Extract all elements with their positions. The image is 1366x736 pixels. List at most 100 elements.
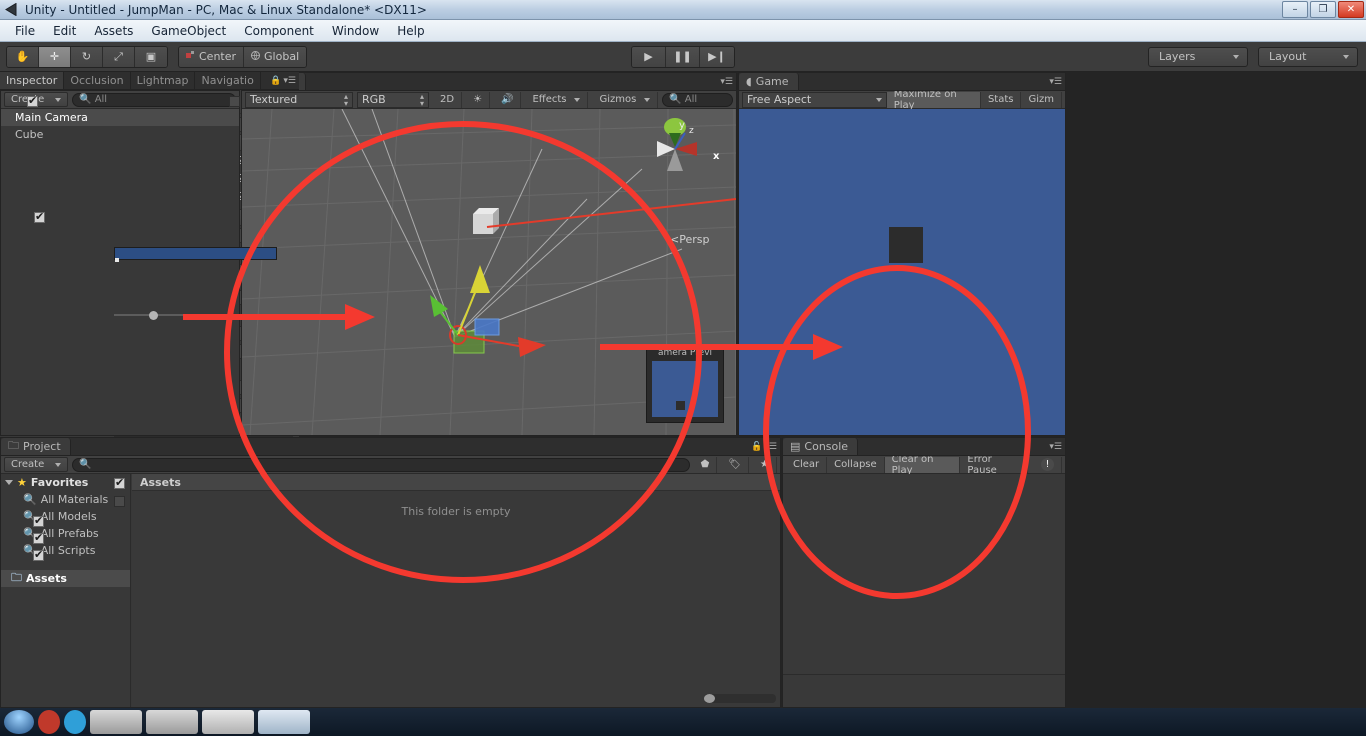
- start-button[interactable]: [4, 710, 34, 734]
- move-icon: ✛: [49, 50, 60, 63]
- lock-icon[interactable]: 🔓: [751, 442, 762, 452]
- taskbar-icon-1[interactable]: [38, 710, 60, 734]
- taskbar-window-4[interactable]: [258, 710, 310, 734]
- tab-lightmap[interactable]: Lightmap: [130, 72, 196, 89]
- hierarchy-item-main-camera[interactable]: Main Camera: [1, 109, 239, 126]
- chevron-down-icon: [644, 97, 651, 102]
- maximize-button[interactable]: ❐: [1310, 1, 1336, 18]
- flarelayer-enabled-checkbox[interactable]: [33, 531, 44, 544]
- menu-assets[interactable]: Assets: [85, 22, 142, 40]
- console-collapse-toggle[interactable]: Collapse: [827, 456, 885, 473]
- scene-persp-label: <Persp: [670, 233, 709, 246]
- hand-tool-button[interactable]: ✋: [7, 46, 39, 67]
- fov-slider-handle[interactable]: [149, 310, 158, 320]
- pivot-rotation-button[interactable]: Global: [244, 46, 307, 67]
- taskbar-window-1[interactable]: [90, 710, 142, 734]
- game-panel: ◖ Game ▾☰ Free Aspect Maximize on Play S…: [738, 72, 1066, 436]
- scene-tab-menu[interactable]: ▾☰: [720, 77, 733, 87]
- menu-component[interactable]: Component: [235, 22, 323, 40]
- project-filter-favorite-button[interactable]: ★: [753, 456, 777, 473]
- game-aspect-dropdown[interactable]: Free Aspect: [742, 91, 887, 108]
- project-filter-label-button[interactable]: 🏷: [721, 456, 750, 473]
- scene-viewport[interactable]: y z x <Persp amera Previ: [242, 109, 736, 435]
- audiolistener-enabled-checkbox[interactable]: [33, 548, 44, 561]
- background-color-swatch[interactable]: [114, 246, 278, 262]
- minimize-button[interactable]: –: [1282, 1, 1308, 18]
- project-favorite-all-prefabs[interactable]: 🔍 All Prefabs: [1, 525, 130, 542]
- object-active-checkbox[interactable]: [27, 94, 38, 107]
- scene-color-mode-dropdown[interactable]: RGB ▴ ▾: [357, 91, 429, 108]
- console-splitter[interactable]: [783, 674, 1065, 675]
- pivot-mode-button[interactable]: Center: [179, 46, 245, 67]
- game-maximize-on-play-toggle[interactable]: Maximize on Play: [886, 89, 981, 111]
- scene-gizmos-dropdown[interactable]: Gizmos: [592, 91, 659, 108]
- move-tool-button[interactable]: ✛: [39, 46, 71, 67]
- game-stats-toggle[interactable]: Stats: [981, 91, 1022, 108]
- scene-effects-dropdown[interactable]: Effects: [525, 91, 589, 108]
- project-favorite-label: All Prefabs: [40, 527, 99, 540]
- console-log-list[interactable]: [783, 474, 1065, 707]
- layout-dropdown[interactable]: Layout: [1258, 46, 1358, 67]
- tab-project[interactable]: 🗀 Project: [1, 438, 71, 455]
- taskbar-icon-2[interactable]: [64, 710, 86, 734]
- hierarchy-item-cube[interactable]: Cube: [1, 126, 239, 143]
- scene-search-input[interactable]: 🔍 All: [662, 92, 733, 107]
- project-zoom-slider-handle[interactable]: [704, 694, 715, 703]
- console-tab-row: ▤ Console ▾☰: [783, 438, 1065, 456]
- console-icon: ▤: [790, 440, 801, 453]
- project-zoom-slider[interactable]: [704, 694, 776, 703]
- fov-slider[interactable]: [114, 309, 239, 321]
- scale-tool-button[interactable]: ⤢: [103, 46, 135, 67]
- project-favorite-all-materials[interactable]: 🔍 All Materials: [1, 491, 130, 508]
- object-static-checkbox[interactable]: [228, 96, 240, 107]
- game-gizmos-dropdown[interactable]: Gizm: [1021, 91, 1062, 108]
- camera-enabled-checkbox[interactable]: [34, 210, 45, 223]
- project-favorite-all-models[interactable]: 🔍 All Models: [1, 508, 130, 525]
- taskbar-window-2[interactable]: [146, 710, 198, 734]
- console-clear-on-play-toggle[interactable]: Clear on Play: [884, 453, 961, 476]
- tab-inspector[interactable]: Inspector: [0, 72, 65, 89]
- project-filter-type-button[interactable]: ⬟: [694, 456, 718, 473]
- play-button[interactable]: ▶: [632, 46, 666, 67]
- rotate-tool-button[interactable]: ↻: [71, 46, 103, 67]
- scene-audio-toggle[interactable]: 🔊: [494, 91, 522, 108]
- step-button[interactable]: ▶❙: [700, 46, 734, 67]
- project-search-input[interactable]: 🔍: [72, 457, 690, 472]
- console-clear-on-play-label: Clear on Play: [891, 453, 934, 476]
- occlusion-culling-checkbox[interactable]: [114, 476, 125, 489]
- menu-gameobject[interactable]: GameObject: [142, 22, 235, 40]
- menu-file[interactable]: File: [6, 22, 44, 40]
- hdr-checkbox[interactable]: [114, 495, 125, 507]
- tab-console[interactable]: ▤ Console: [783, 438, 859, 455]
- game-tab-menu[interactable]: ▾☰: [1049, 77, 1062, 87]
- menu-help[interactable]: Help: [388, 22, 433, 40]
- lock-icon[interactable]: 🔒: [270, 76, 281, 86]
- scene-2d-toggle[interactable]: 2D: [433, 91, 463, 108]
- project-favorites-root[interactable]: ★ Favorites: [1, 474, 130, 491]
- project-create-button[interactable]: Create: [4, 457, 69, 472]
- taskbar-window-3[interactable]: [202, 710, 254, 734]
- game-viewport[interactable]: [739, 109, 1065, 435]
- menu-edit[interactable]: Edit: [44, 22, 85, 40]
- tab-game[interactable]: ◖ Game: [739, 73, 799, 90]
- pause-button[interactable]: ❚❚: [666, 46, 700, 67]
- console-clear-button[interactable]: Clear: [786, 456, 828, 473]
- console-error-filter-toggle[interactable]: !: [1034, 456, 1062, 473]
- layers-dropdown[interactable]: Layers: [1148, 46, 1248, 67]
- tab-occlusion[interactable]: Occlusion: [64, 72, 131, 89]
- project-tab-menu[interactable]: 🔓 ▾☰: [751, 442, 777, 452]
- console-tab-menu[interactable]: ▾☰: [1049, 442, 1062, 452]
- hierarchy-search-input[interactable]: 🔍 All: [72, 92, 236, 107]
- project-assets-folder[interactable]: 🗀 Assets: [1, 570, 130, 587]
- inspector-tab-menu[interactable]: 🔒 ▾☰: [270, 76, 296, 86]
- scene-color-mode-label: RGB: [362, 93, 386, 106]
- menu-window[interactable]: Window: [323, 22, 388, 40]
- project-favorite-all-scripts[interactable]: 🔍 All Scripts: [1, 542, 130, 559]
- rect-tool-button[interactable]: ▣: [135, 46, 167, 67]
- scene-draw-mode-dropdown[interactable]: Textured ▴ ▾: [245, 91, 353, 108]
- scene-lighting-toggle[interactable]: ☀: [466, 91, 491, 108]
- tab-navigation[interactable]: Navigatio: [195, 72, 261, 89]
- close-button[interactable]: ✕: [1338, 1, 1364, 18]
- guilayer-enabled-checkbox[interactable]: [33, 514, 44, 527]
- console-error-pause-toggle[interactable]: Error Pause: [960, 454, 1028, 476]
